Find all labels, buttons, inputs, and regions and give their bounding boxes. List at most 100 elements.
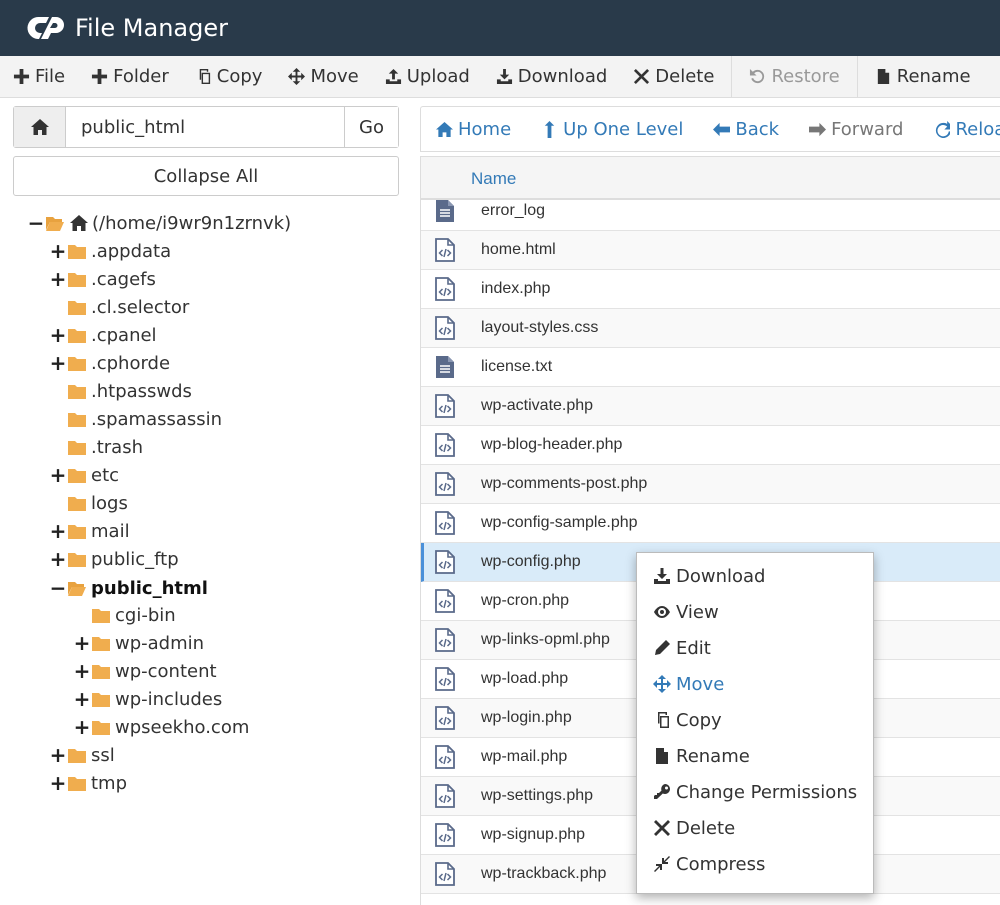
tree-item-htpasswds[interactable]: .htpasswds — [50, 377, 192, 405]
column-header-name[interactable]: Name — [471, 169, 516, 189]
tree-item-trash[interactable]: .trash — [50, 433, 143, 461]
toolbar-restore-button[interactable]: Restore — [736, 56, 852, 97]
tree-item-cagefs[interactable]: + .cagefs — [50, 265, 156, 293]
nav-reload-button[interactable]: Reload — [918, 119, 1000, 140]
toolbar-move-button[interactable]: Move — [275, 56, 371, 97]
file-name: wp-cron.php — [481, 592, 570, 609]
expand-icon[interactable]: + — [50, 521, 67, 541]
nav-home-button[interactable]: Home — [421, 119, 526, 140]
toolbar-delete-button[interactable]: Delete — [620, 56, 727, 97]
toolbar-button-label: Upload — [406, 66, 470, 87]
toolbar-copy-button[interactable]: Copy — [182, 56, 276, 97]
tree-item-wp-includes[interactable]: + wp-includes — [74, 685, 223, 713]
go-button[interactable]: Go — [344, 107, 398, 147]
expand-icon[interactable]: + — [74, 689, 91, 709]
toolbar-rename-button[interactable]: Rename — [862, 56, 984, 97]
move-icon — [653, 675, 671, 693]
toolbar-separator — [856, 56, 858, 97]
context-menu-change-permissions[interactable]: Change Permissions — [637, 774, 873, 810]
expand-icon[interactable]: + — [50, 773, 67, 793]
tree-item-label: .cpanel — [91, 324, 157, 346]
file-row[interactable]: error_log — [421, 200, 1000, 231]
tree-item-cgi-bin[interactable]: cgi-bin — [74, 601, 176, 629]
collapse-all-button[interactable]: Collapse All — [13, 156, 399, 196]
toolbar-download-button[interactable]: Download — [483, 56, 620, 97]
code-file-icon — [435, 511, 455, 535]
context-menu-move[interactable]: Move — [637, 666, 873, 702]
tree-item-label: .trash — [91, 436, 143, 458]
file-row[interactable]: wp-comments-post.php — [421, 465, 1000, 504]
context-menu-rename[interactable]: Rename — [637, 738, 873, 774]
tree-item-ssl[interactable]: + ssl — [50, 741, 115, 769]
collapse-icon[interactable]: − — [50, 578, 67, 598]
file-row[interactable]: index.php — [421, 270, 1000, 309]
collapse-icon[interactable]: − — [28, 213, 45, 233]
expand-icon[interactable]: + — [50, 465, 67, 485]
context-menu-view[interactable]: View — [637, 594, 873, 630]
folder-icon — [68, 272, 86, 287]
context-menu-edit[interactable]: Edit — [637, 630, 873, 666]
context-menu-label: Edit — [676, 637, 711, 659]
app-title: File Manager — [75, 14, 228, 42]
expand-icon[interactable]: + — [50, 325, 67, 345]
expand-icon[interactable]: + — [74, 717, 91, 737]
code-file-icon — [435, 316, 455, 340]
file-name: wp-signup.php — [481, 826, 586, 843]
home-directory-button[interactable] — [14, 107, 66, 147]
tree-item-public-html[interactable]: − public_html — [50, 574, 208, 602]
tree-item-tmp[interactable]: + tmp — [50, 769, 127, 797]
toolbar-upload-button[interactable]: Upload — [372, 56, 483, 97]
arrow-right-icon — [809, 122, 827, 136]
file-name: wp-blog-header.php — [481, 436, 623, 453]
tree-item-wp-admin[interactable]: + wp-admin — [74, 629, 204, 657]
tree-item-label: .cphorde — [91, 352, 171, 374]
tree-item-mail[interactable]: + mail — [50, 517, 130, 545]
context-menu-label: Copy — [676, 709, 722, 731]
toolbar-button-label: Delete — [655, 66, 715, 87]
tree-item-appdata[interactable]: + .appdata — [50, 237, 172, 265]
pencil-icon — [655, 640, 670, 655]
file-row[interactable]: wp-activate.php — [421, 387, 1000, 426]
file-row[interactable]: license.txt — [421, 348, 1000, 387]
expand-icon[interactable]: + — [50, 549, 67, 569]
path-input[interactable] — [66, 107, 344, 147]
file-row[interactable]: layout-styles.css — [421, 309, 1000, 348]
context-menu-download[interactable]: Download — [637, 558, 873, 594]
expand-icon[interactable]: + — [50, 745, 67, 765]
file-row[interactable]: wp-config-sample.php — [421, 504, 1000, 543]
tree-item-cphorde[interactable]: + .cphorde — [50, 349, 170, 377]
tree-item-etc[interactable]: + etc — [50, 461, 119, 489]
file-row[interactable]: home.html — [421, 231, 1000, 270]
file-row[interactable]: wp-blog-header.php — [421, 426, 1000, 465]
tree-item-wpseekho-com[interactable]: + wpseekho.com — [74, 713, 250, 741]
toolbar-folder-button[interactable]: Folder — [78, 56, 182, 97]
tree-item-spamassassin[interactable]: .spamassassin — [50, 405, 222, 433]
tree-item-cpanel[interactable]: + .cpanel — [50, 321, 157, 349]
tree-item-home-i9wr9n1zrnvk[interactable]: − (/home/i9wr9n1zrnvk) — [28, 209, 291, 237]
tree-item-public-ftp[interactable]: + public_ftp — [50, 545, 179, 573]
nav-back-button[interactable]: Back — [698, 119, 794, 140]
folder-open-icon — [46, 216, 64, 231]
nav-up-one-level-button[interactable]: Up One Level — [526, 119, 698, 140]
code-file-icon — [435, 823, 455, 847]
expand-icon[interactable]: + — [50, 241, 67, 261]
expand-icon[interactable]: + — [74, 661, 91, 681]
context-menu-copy[interactable]: Copy — [637, 702, 873, 738]
expand-icon[interactable]: + — [74, 633, 91, 653]
nav-forward-button[interactable]: Forward — [794, 119, 918, 140]
context-menu-compress[interactable]: Compress — [637, 846, 873, 882]
tree-item-cl-selector[interactable]: .cl.selector — [50, 293, 189, 321]
tree-item-logs[interactable]: logs — [50, 489, 128, 517]
code-file-icon — [435, 550, 455, 574]
tree-item-wp-content[interactable]: + wp-content — [74, 657, 217, 685]
tree-item-label: wp-content — [115, 660, 217, 682]
tree-item-label: .cagefs — [91, 268, 156, 290]
expand-icon[interactable]: + — [50, 353, 67, 373]
expand-icon[interactable]: + — [50, 269, 67, 289]
context-menu-delete[interactable]: Delete — [637, 810, 873, 846]
folder-icon — [68, 748, 86, 763]
toolbar-file-button[interactable]: File — [0, 56, 78, 97]
code-file-icon — [435, 667, 455, 691]
